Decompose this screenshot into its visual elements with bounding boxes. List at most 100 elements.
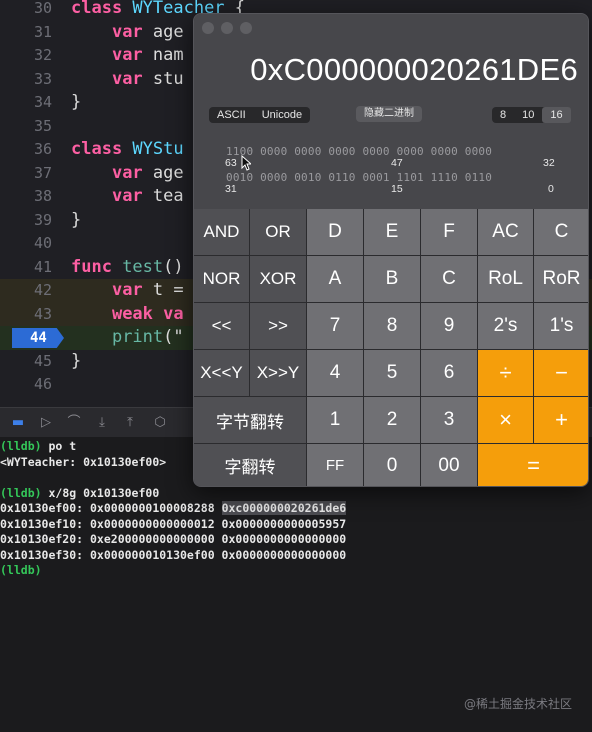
line-number: 31 <box>33 22 52 41</box>
line-number: 41 <box>33 257 52 276</box>
bit-label-32: 32 <box>543 157 555 169</box>
key-shr[interactable]: >> <box>250 303 307 350</box>
key-ac[interactable]: AC <box>478 209 534 256</box>
key-ff[interactable]: FF <box>307 444 364 486</box>
binary-bits-row-high[interactable]: 1100 0000 0000 0000 0000 0000 0000 0000 <box>226 145 492 158</box>
line-number: 46 <box>33 375 52 393</box>
bit-label-47: 47 <box>391 157 403 169</box>
base-8[interactable]: 8 <box>492 107 514 123</box>
key-zero[interactable]: 0 <box>364 444 421 486</box>
key-nine[interactable]: 9 <box>421 303 478 350</box>
breakpoints-toggle-icon[interactable]: ▬ <box>10 415 26 431</box>
watermark: @稀土掘金技术社区 <box>463 697 572 711</box>
key-five[interactable]: 5 <box>364 350 421 397</box>
zoom-window-icon[interactable] <box>240 22 252 34</box>
code-text: var tea <box>111 186 184 206</box>
line-number: 40 <box>33 234 52 252</box>
bit-label-15: 15 <box>391 183 403 195</box>
line-number: 36 <box>33 140 52 158</box>
code-text: weak va <box>111 303 184 324</box>
code-text: } <box>71 92 82 112</box>
key-one[interactable]: 1 <box>307 397 364 444</box>
key-shl[interactable]: << <box>194 303 250 350</box>
calculator-display-panel: 0xC000000020261DE6 ASCII Unicode 隐藏二进制 8… <box>194 14 588 209</box>
key-nor[interactable]: NOR <box>194 256 250 303</box>
code-text: } <box>71 350 82 371</box>
key-plus[interactable]: + <box>534 397 588 444</box>
encoding-selector[interactable]: ASCII Unicode <box>209 107 311 123</box>
key-divide[interactable]: ÷ <box>478 350 534 397</box>
key-and[interactable]: AND <box>194 209 250 256</box>
mouse-pointer-icon <box>241 155 251 171</box>
console-line: <WYTeacher: 0x10130ef00> <box>0 454 167 469</box>
step-over-icon[interactable]: ⌒ <box>66 415 82 431</box>
console-line: 0x10130ef00: 0x0000000100008288 0xc00000… <box>0 501 347 515</box>
console-line: (lldb) <box>0 563 42 577</box>
console-line: (lldb) x/8g 0x10130ef00 <box>0 485 160 500</box>
key-ones[interactable]: 1's <box>534 303 588 350</box>
key-four[interactable]: 4 <box>307 350 364 397</box>
key-six[interactable]: 6 <box>421 350 478 397</box>
minimize-window-icon[interactable] <box>221 22 233 34</box>
close-window-icon[interactable] <box>202 22 214 34</box>
console-line: (lldb) po t <box>0 439 77 453</box>
key-three[interactable]: 3 <box>421 397 478 444</box>
console-line: 0x10130ef20: 0xe200000000000000 0x000000… <box>0 532 347 546</box>
key-or[interactable]: OR <box>250 209 307 256</box>
line-number: 34 <box>33 93 52 111</box>
line-number: 45 <box>33 351 52 370</box>
code-text: var t = <box>111 280 184 300</box>
key-c-hex[interactable]: C <box>421 256 478 303</box>
code-text: func test() <box>71 256 184 277</box>
console-line: 0x10130ef10: 0x0000000000000012 0x000000… <box>0 516 347 531</box>
key-f[interactable]: F <box>421 209 478 256</box>
key-xshly[interactable]: X<<Y <box>194 350 250 397</box>
hide-binary-button[interactable]: 隐藏二进制 <box>356 106 422 122</box>
step-out-icon[interactable]: ⤒ <box>122 415 138 431</box>
key-c[interactable]: C <box>534 209 588 256</box>
encoding-ascii[interactable]: ASCII <box>209 107 254 123</box>
key-dzero[interactable]: 00 <box>421 444 478 486</box>
base-16[interactable]: 16 <box>542 107 571 123</box>
line-number: 33 <box>33 69 52 88</box>
encoding-unicode[interactable]: Unicode <box>254 107 310 123</box>
key-xshry[interactable]: X>>Y <box>250 350 307 397</box>
key-twos[interactable]: 2's <box>478 303 534 350</box>
base-selector[interactable]: 8 10 16 <box>492 107 571 123</box>
key-seven[interactable]: 7 <box>307 303 364 350</box>
calculator-display: 0xC000000020261DE6 <box>250 52 578 87</box>
key-rol[interactable]: RoL <box>478 256 534 303</box>
key-d[interactable]: D <box>307 209 364 256</box>
key-two[interactable]: 2 <box>364 397 421 444</box>
key-xor[interactable]: XOR <box>250 256 307 303</box>
key-wordflip[interactable]: 字翻转 <box>194 444 307 486</box>
key-b[interactable]: B <box>364 256 421 303</box>
key-multiply[interactable]: × <box>478 397 534 444</box>
key-equals[interactable]: = <box>478 444 588 486</box>
line-number: 43 <box>33 304 52 323</box>
code-text: print(" <box>111 327 184 347</box>
line-number: 37 <box>33 163 52 182</box>
code-text: var nam <box>111 45 184 65</box>
key-e[interactable]: E <box>364 209 421 256</box>
code-text: var age <box>111 162 184 183</box>
code-text: var stu <box>111 68 184 89</box>
base-10[interactable]: 10 <box>514 107 542 123</box>
continue-icon[interactable]: ▷ <box>38 415 54 431</box>
breakpoint-indicator[interactable]: 44 <box>12 328 64 348</box>
bit-label-63: 63 <box>225 157 237 169</box>
binary-bits-row-low[interactable]: 0010 0000 0010 0110 0001 1101 1110 0110 <box>226 171 492 184</box>
key-minus[interactable]: − <box>534 350 588 397</box>
selected-address-value: 0xc000000020261de6 <box>221 501 347 515</box>
key-eight[interactable]: 8 <box>364 303 421 350</box>
step-into-icon[interactable]: ⤓ <box>94 415 110 431</box>
code-text: var age <box>111 21 184 42</box>
line-number: 42 <box>33 281 52 299</box>
key-a[interactable]: A <box>307 256 364 303</box>
line-number: 38 <box>33 187 52 205</box>
line-number: 39 <box>33 210 52 229</box>
key-byteflip[interactable]: 字节翻转 <box>194 397 307 444</box>
debug-view-hierarchy-icon[interactable]: ⬡ <box>152 415 168 431</box>
line-number: 30 <box>33 0 52 17</box>
key-ror[interactable]: RoR <box>534 256 588 303</box>
